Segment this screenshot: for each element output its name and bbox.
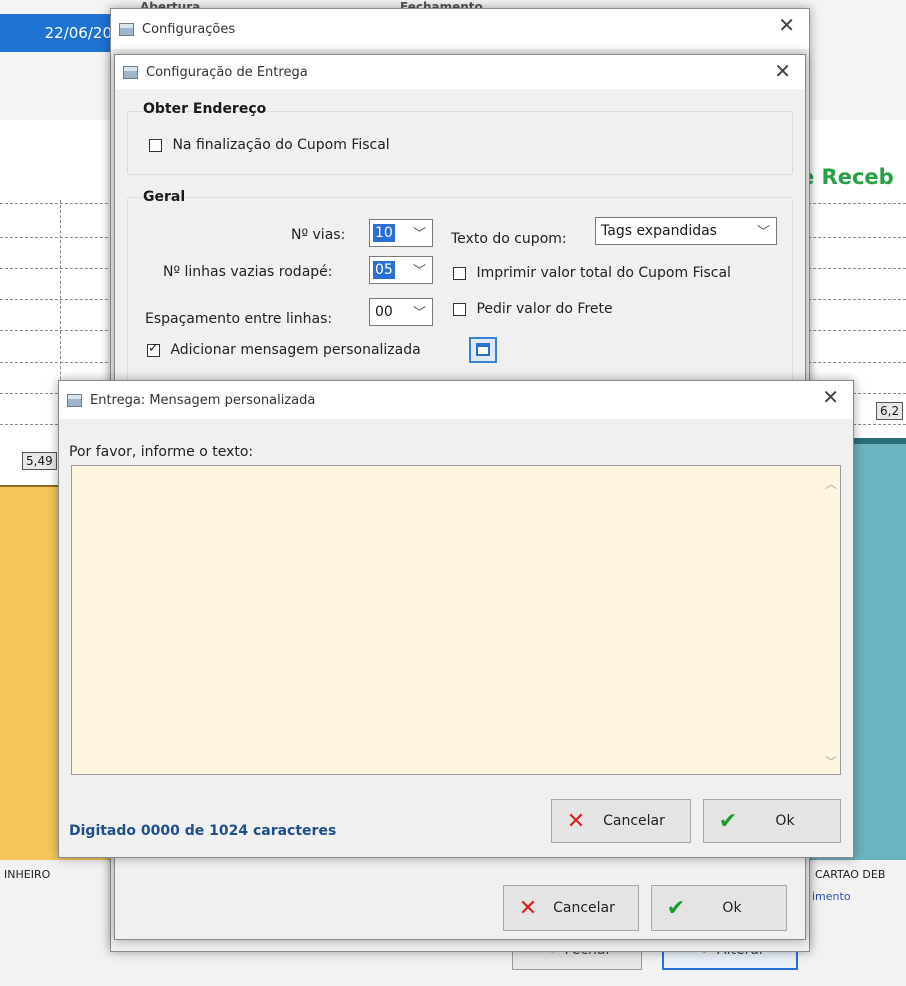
entrega-ok-button[interactable]: ✔ Ok xyxy=(651,885,787,931)
pedir-frete-checkbox[interactable] xyxy=(453,302,466,316)
check-icon: ✔ xyxy=(666,895,686,921)
scroll-down-icon[interactable]: ﹀ xyxy=(825,753,837,770)
entrega-ok-label: Ok xyxy=(722,900,742,916)
chart-heading: e Receb xyxy=(800,165,894,189)
mensagem-title: Entrega: Mensagem personalizada xyxy=(90,392,316,408)
chevron-down-icon: ﹀ xyxy=(412,264,426,279)
imprimir-total-label: Imprimir valor total do Cupom Fiscal xyxy=(476,265,731,281)
espacamento-value: 00 xyxy=(375,304,393,320)
texto-cupom-value: Tags expandidas xyxy=(601,223,717,239)
prompt-label: Por favor, informe o texto: xyxy=(69,444,254,460)
mensagem-ok-label: Ok xyxy=(775,813,795,829)
entrega-titlebar: Configuração de Entrega ✕ xyxy=(115,55,805,89)
texto-cupom-combo[interactable]: Tags expandidas ﹀ xyxy=(595,217,777,245)
mensagem-cancel-label: Cancelar xyxy=(603,813,665,829)
close-icon[interactable]: ✕ xyxy=(774,59,791,83)
scroll-up-icon[interactable]: ︿ xyxy=(825,475,837,492)
character-counter: Digitado 0000 de 1024 caracteres xyxy=(69,823,337,839)
close-icon[interactable]: ✕ xyxy=(778,13,795,37)
espacamento-label: Espaçamento entre linhas: xyxy=(145,311,333,327)
texto-cupom-label: Texto do cupom: xyxy=(451,231,567,247)
category-label-right: CARTAO DEB xyxy=(815,868,886,881)
imprimir-total-checkbox[interactable] xyxy=(453,266,466,280)
finalizacao-label: Na finalização do Cupom Fiscal xyxy=(172,137,390,153)
bar-value-right: 6,2 xyxy=(876,402,904,420)
mensagem-label: Adicionar mensagem personalizada xyxy=(170,342,421,358)
bar-value-left: 5,49 xyxy=(22,452,57,470)
mensagem-checkbox[interactable] xyxy=(147,341,160,357)
mensagem-ok-button[interactable]: ✔ Ok xyxy=(703,799,841,843)
geral-title: Geral xyxy=(143,189,186,205)
chevron-down-icon: ﹀ xyxy=(756,225,770,240)
window-icon xyxy=(123,65,138,79)
entrega-cancel-button[interactable]: ✕ Cancelar xyxy=(503,885,639,931)
message-textarea[interactable] xyxy=(71,465,841,775)
cancel-icon: ✕ xyxy=(566,808,586,834)
entrega-title: Configuração de Entrega xyxy=(146,64,308,80)
linhas-vazias-value: 05 xyxy=(373,261,395,279)
mensagem-cancel-button[interactable]: ✕ Cancelar xyxy=(551,799,691,843)
configuracoes-title: Configurações xyxy=(142,21,236,37)
pedir-frete-option[interactable]: Pedir valor do Frete xyxy=(453,301,613,317)
mensagem-dialog: Entrega: Mensagem personalizada ✕ Por fa… xyxy=(58,380,854,858)
category-sublabel-right: imento xyxy=(812,890,851,903)
window-icon xyxy=(67,393,82,407)
mensagem-titlebar: Entrega: Mensagem personalizada ✕ xyxy=(59,381,853,419)
vias-label: Nº vias: xyxy=(291,227,346,243)
date-field[interactable]: 22/06/20 xyxy=(0,14,118,52)
entrega-cancel-label: Cancelar xyxy=(553,900,615,916)
espacamento-combo[interactable]: 00 ﹀ xyxy=(369,298,433,326)
mensagem-option[interactable]: Adicionar mensagem personalizada xyxy=(147,341,421,358)
linhas-vazias-combo[interactable]: 05 ﹀ xyxy=(369,256,433,284)
obter-endereco-title: Obter Endereço xyxy=(143,101,267,117)
check-icon: ✔ xyxy=(718,808,738,834)
window-icon xyxy=(119,22,134,36)
finalizacao-checkbox[interactable] xyxy=(149,138,162,152)
cancel-icon: ✕ xyxy=(518,895,538,921)
edit-message-icon[interactable] xyxy=(469,337,497,363)
linhas-vazias-label: Nº linhas vazias rodapé: xyxy=(163,264,333,280)
chevron-down-icon: ﹀ xyxy=(412,227,426,242)
vias-combo[interactable]: 10 ﹀ xyxy=(369,219,433,247)
close-icon[interactable]: ✕ xyxy=(822,385,839,409)
category-label-left: INHEIRO xyxy=(4,868,51,881)
chevron-down-icon: ﹀ xyxy=(412,306,426,321)
finalizacao-option[interactable]: Na finalização do Cupom Fiscal xyxy=(149,137,390,153)
configuracoes-titlebar: Configurações ✕ xyxy=(111,9,809,49)
pedir-frete-label: Pedir valor do Frete xyxy=(476,301,613,317)
vias-value: 10 xyxy=(373,224,395,242)
imprimir-total-option[interactable]: Imprimir valor total do Cupom Fiscal xyxy=(453,265,731,281)
